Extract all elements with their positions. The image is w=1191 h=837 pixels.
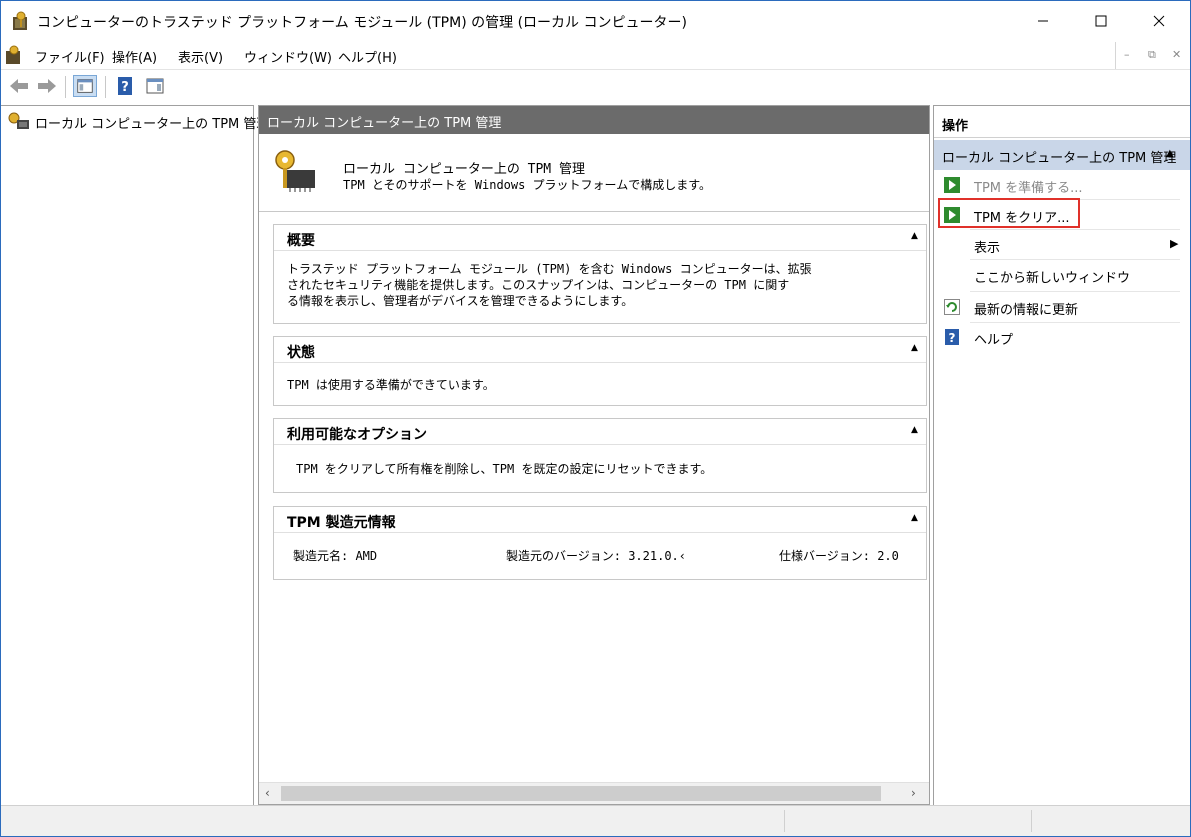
- toolbar-separator: [105, 76, 106, 98]
- action-label: ヘルプ: [974, 333, 1014, 348]
- show-hide-action-pane-icon[interactable]: [143, 75, 167, 97]
- action-prepare-tpm[interactable]: TPM を準備する...: [934, 170, 1190, 200]
- section-header[interactable]: 利用可能なオプション ▲: [274, 419, 926, 445]
- actions-title: 操作: [942, 119, 969, 134]
- refresh-icon: [944, 299, 960, 315]
- results-pane-header: ローカル コンピューター上の TPM 管理: [259, 106, 929, 134]
- menu-file[interactable]: ファイル(F): [35, 47, 105, 66]
- manufacturer-name: 製造元名: AMD: [293, 549, 378, 563]
- actions-pane: 操作 ローカル コンピューター上の TPM 管理 ▲ TPM を準備する... …: [933, 105, 1190, 805]
- section-header[interactable]: 状態 ▲: [274, 337, 926, 363]
- mdi-minimize-icon[interactable]: –: [1124, 48, 1130, 61]
- horizontal-scrollbar[interactable]: ‹ ›: [259, 782, 929, 804]
- mdi-close-icon[interactable]: ✕: [1172, 48, 1181, 61]
- section-header[interactable]: 概要 ▲: [274, 225, 926, 251]
- actions-group-label: ローカル コンピューター上の TPM 管理: [942, 151, 1177, 166]
- menu-action[interactable]: 操作(A): [112, 47, 157, 66]
- forward-arrow-icon[interactable]: [35, 75, 59, 97]
- help-icon[interactable]: ?: [113, 75, 137, 97]
- show-hide-tree-icon[interactable]: [73, 75, 97, 97]
- section-title: 状態: [287, 345, 315, 361]
- title-bar: コンピューターのトラステッド プラットフォーム モジュール (TPM) の管理 …: [1, 1, 1190, 41]
- menu-bar: ファイル(F) 操作(A) 表示(V) ウィンドウ(W) ヘルプ(H): [1, 41, 1190, 69]
- status-divider: [784, 810, 785, 832]
- action-label: ここから新しいウィンドウ: [974, 271, 1131, 286]
- overview-line: されたセキュリティ機能を提供します。このスナップインは、コンピューターの TPM…: [287, 278, 790, 292]
- section-header[interactable]: TPM 製造元情報 ▲: [274, 507, 926, 533]
- snapin-intro: ローカル コンピューター上の TPM 管理 TPM とそのサポートを Windo…: [259, 134, 929, 212]
- menu-window[interactable]: ウィンドウ(W): [244, 47, 332, 66]
- status-text: TPM は使用する準備ができています。: [287, 378, 495, 392]
- overview-line: る情報を表示し、管理者がデバイスを管理できるようにします。: [287, 294, 634, 308]
- mmc-window: コンピューターのトラステッド プラットフォーム モジュール (TPM) の管理 …: [0, 0, 1191, 837]
- section-available-options: 利用可能なオプション ▲ TPM をクリアして所有権を削除し、TPM を既定の設…: [273, 418, 927, 493]
- action-refresh[interactable]: 最新の情報に更新: [934, 292, 1190, 322]
- status-divider: [1031, 810, 1032, 832]
- back-arrow-icon[interactable]: [7, 75, 31, 97]
- section-overview: 概要 ▲ トラステッド プラットフォーム モジュール (TPM) を含む Win…: [273, 224, 927, 324]
- toolbar-separator: [65, 76, 66, 98]
- overview-line: トラステッド プラットフォーム モジュール (TPM) を含む Windows …: [287, 262, 812, 276]
- highlight-box: [938, 198, 1080, 228]
- help-icon: ?: [945, 329, 959, 345]
- collapse-caret-icon[interactable]: ▲: [1166, 148, 1174, 159]
- close-button[interactable]: [1136, 1, 1182, 41]
- scroll-right-icon[interactable]: ›: [911, 786, 916, 800]
- tpm-key-icon[interactable]: [5, 45, 23, 65]
- collapse-caret-icon[interactable]: ▲: [911, 231, 918, 241]
- intro-description: TPM とそのサポートを Windows プラットフォームで構成します。: [343, 178, 712, 192]
- tpm-key-icon: [8, 112, 29, 129]
- results-pane-title: ローカル コンピューター上の TPM 管理: [267, 116, 502, 131]
- section-title: 利用可能なオプション: [287, 427, 427, 443]
- section-title: TPM 製造元情報: [287, 515, 396, 531]
- actions-group-header[interactable]: ローカル コンピューター上の TPM 管理 ▲: [934, 140, 1190, 170]
- tpm-chip-key-icon: [275, 150, 315, 192]
- submenu-arrow-icon: ▶: [1170, 237, 1179, 250]
- menu-help[interactable]: ヘルプ(H): [338, 47, 397, 66]
- actions-header: 操作: [934, 106, 1190, 138]
- console-tree: ローカル コンピューター上の TPM 管理: [1, 105, 269, 805]
- options-text: TPM をクリアして所有権を削除し、TPM を既定の設定にリセットできます。: [296, 462, 713, 476]
- status-bar: [1, 805, 1190, 836]
- maximize-button[interactable]: [1078, 1, 1124, 41]
- section-manufacturer-info: TPM 製造元情報 ▲ 製造元名: AMD 製造元のバージョン: 3.21.0.…: [273, 506, 927, 580]
- close-icon: [1153, 15, 1165, 27]
- minimize-icon: [1038, 20, 1048, 22]
- green-arrow-icon: [944, 177, 960, 193]
- action-new-window[interactable]: ここから新しいウィンドウ: [934, 260, 1190, 290]
- collapse-caret-icon[interactable]: ▲: [911, 513, 918, 523]
- tree-item-label: ローカル コンピューター上の TPM 管理: [35, 117, 270, 132]
- menu-view[interactable]: 表示(V): [178, 47, 223, 66]
- action-view[interactable]: 表示 ▶: [934, 230, 1190, 260]
- mdi-restore-icon[interactable]: ⧉: [1148, 48, 1156, 62]
- collapse-caret-icon[interactable]: ▲: [911, 343, 918, 353]
- minimize-button[interactable]: [1020, 1, 1066, 41]
- svg-text:?: ?: [949, 331, 956, 345]
- action-label: TPM を準備する...: [974, 181, 1083, 196]
- toolbar: ?: [1, 69, 1190, 101]
- maximize-icon: [1095, 15, 1107, 27]
- action-help[interactable]: ? ヘルプ: [934, 322, 1190, 352]
- action-label: 表示: [974, 241, 1001, 256]
- scrollbar-thumb[interactable]: [281, 786, 881, 801]
- collapse-caret-icon[interactable]: ▲: [911, 425, 918, 435]
- scroll-left-icon[interactable]: ‹: [265, 786, 270, 800]
- mdi-controls: – ⧉ ✕: [1115, 42, 1190, 69]
- spec-version: 仕様バージョン: 2.0: [779, 549, 899, 563]
- results-pane: ローカル コンピューター上の TPM 管理 ローカル コンピューター上の TPM…: [258, 105, 930, 805]
- svg-text:?: ?: [121, 80, 129, 95]
- intro-title: ローカル コンピューター上の TPM 管理: [343, 162, 585, 177]
- section-status: 状態 ▲ TPM は使用する準備ができています。: [273, 336, 927, 406]
- section-title: 概要: [287, 233, 315, 249]
- window-title: コンピューターのトラステッド プラットフォーム モジュール (TPM) の管理 …: [37, 15, 687, 31]
- action-label: 最新の情報に更新: [974, 303, 1079, 318]
- manufacturer-version: 製造元のバージョン: 3.21.0.‹: [506, 549, 687, 563]
- tpm-key-icon: [13, 11, 27, 30]
